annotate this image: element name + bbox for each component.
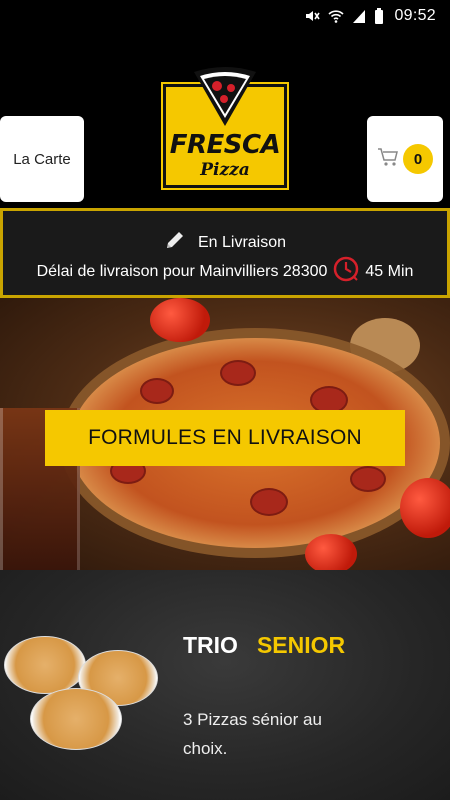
delivery-delay-time: 45 Min bbox=[365, 262, 414, 280]
delivery-delay-text: Délai de livraison pour Mainvilliers 283… bbox=[36, 262, 328, 280]
delivery-formulas-button[interactable]: FORMULES EN LIVRAISON bbox=[45, 410, 405, 466]
tomato-image bbox=[400, 478, 450, 538]
delivery-delay-row: Délai de livraison pour Mainvilliers 283… bbox=[3, 256, 447, 287]
logo-subtitle: Pizza bbox=[200, 160, 250, 180]
menu-button-label: La Carte bbox=[13, 150, 71, 168]
pepperoni bbox=[250, 488, 288, 516]
status-time: 09:52 bbox=[394, 7, 436, 24]
battery-icon bbox=[374, 8, 384, 24]
edit-pencil-icon[interactable] bbox=[164, 229, 186, 256]
pizza-thumbnail bbox=[30, 688, 122, 750]
offer-description: 3 Pizzas sénior au choix. bbox=[183, 710, 322, 758]
trio-pizzas-image bbox=[0, 630, 165, 800]
pepperoni bbox=[140, 378, 174, 404]
delivery-mode-row: En Livraison bbox=[3, 229, 447, 256]
cart-button[interactable]: 0 bbox=[367, 116, 443, 202]
pizza-thumbnail bbox=[4, 636, 86, 694]
status-bar: 09:52 bbox=[0, 0, 450, 32]
brand-logo: FRESCA Pizza bbox=[160, 66, 290, 192]
clock-icon bbox=[333, 256, 359, 287]
delivery-mode-text: En Livraison bbox=[197, 233, 287, 251]
offer-card[interactable] bbox=[0, 570, 450, 800]
delivery-info-banner[interactable]: En Livraison Délai de livraison pour Mai… bbox=[0, 208, 450, 298]
menu-button[interactable]: La Carte bbox=[0, 116, 84, 202]
pepperoni bbox=[220, 360, 256, 386]
cart-icon bbox=[377, 147, 399, 172]
offer-title: TRIO SENIOR bbox=[183, 632, 345, 659]
offer-title-part2: SENIOR bbox=[256, 632, 346, 658]
offer-title-part1: TRIO bbox=[183, 632, 238, 658]
app-header: La Carte FRESCA Pizza 0 bbox=[0, 32, 450, 204]
cart-count-badge: 0 bbox=[403, 144, 433, 174]
wifi-icon bbox=[328, 8, 345, 24]
mute-icon bbox=[304, 8, 321, 24]
pizza-slice-icon bbox=[194, 67, 256, 126]
logo-title: FRESCA bbox=[169, 130, 281, 160]
tomato-image bbox=[305, 534, 357, 570]
pepperoni bbox=[350, 466, 386, 492]
hero-banner: FORMULES EN LIVRAISON bbox=[0, 298, 450, 570]
signal-icon bbox=[352, 8, 366, 24]
tomato-image bbox=[150, 298, 210, 342]
